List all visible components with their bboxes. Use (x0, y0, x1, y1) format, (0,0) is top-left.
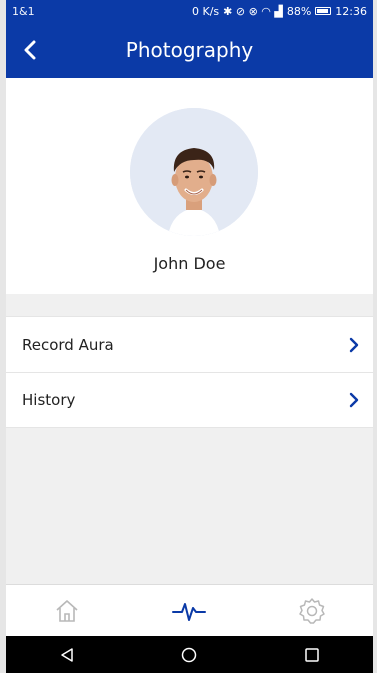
profile-name: John Doe (153, 254, 226, 273)
status-indicators: 0 K/s ✱ ⊘ ⊗ ◠ ▟ 88% 12:36 (192, 5, 367, 18)
system-nav-bar (6, 636, 373, 673)
recents-square-icon (305, 647, 319, 662)
signal-icons: ✱ ⊘ ⊗ ◠ ▟ (223, 4, 283, 18)
avatar[interactable] (130, 108, 258, 236)
pulse-icon (172, 603, 207, 621)
chevron-left-icon (24, 40, 36, 60)
page-title: Photography (125, 38, 254, 62)
menu-list: Record Aura History (6, 316, 373, 428)
tab-settings[interactable] (282, 589, 342, 633)
chevron-right-icon (349, 337, 359, 352)
bottom-tab-bar (6, 584, 373, 637)
clock: 12:36 (335, 4, 367, 18)
back-triangle-icon (61, 647, 73, 662)
back-button[interactable] (12, 32, 48, 68)
gear-icon (299, 598, 325, 624)
user-photo (130, 108, 258, 236)
battery-icon (315, 7, 332, 15)
profile-card: John Doe (6, 78, 373, 294)
home-circle-icon (182, 647, 197, 662)
record-aura-item[interactable]: Record Aura (6, 316, 373, 372)
history-item[interactable]: History (6, 372, 373, 428)
tab-pulse[interactable] (159, 589, 219, 633)
nav-back-button[interactable] (42, 640, 92, 670)
menu-item-label: History (22, 391, 76, 409)
chevron-right-icon (349, 392, 359, 408)
menu-item-label: Record Aura (22, 335, 114, 354)
app-bar: Photography (6, 22, 373, 78)
frame-right-edge (373, 0, 377, 673)
carrier-label: 1&1 (12, 4, 35, 18)
tab-home[interactable] (37, 589, 97, 633)
nav-home-button[interactable] (164, 640, 214, 670)
nav-recents-button[interactable] (287, 640, 337, 670)
battery-percent: 88% (286, 4, 312, 18)
home-icon (56, 600, 78, 622)
status-bar: 1&1 0 K/s ✱ ⊘ ⊗ ◠ ▟ 88% 12:36 (6, 0, 373, 22)
network-speed: 0 K/s (191, 4, 220, 18)
